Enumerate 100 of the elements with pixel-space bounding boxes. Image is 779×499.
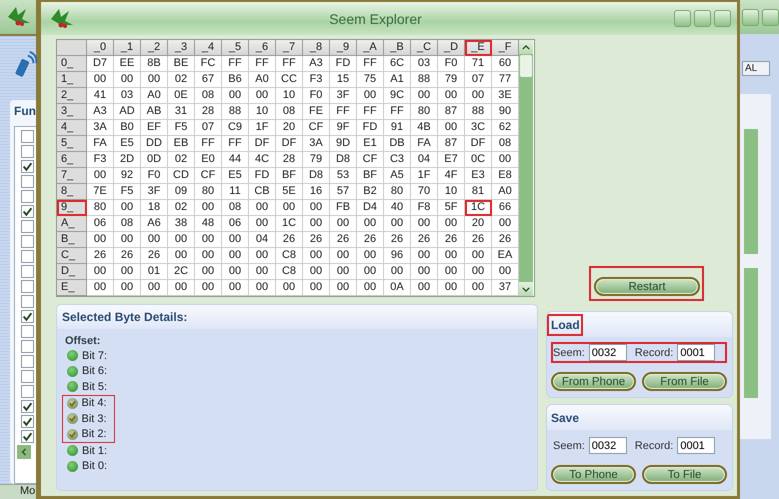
table-cell[interactable]: F0 <box>141 168 168 184</box>
table-cell[interactable]: 08 <box>114 216 141 232</box>
table-cell[interactable]: E0 <box>195 152 222 168</box>
table-cell[interactable]: 00 <box>330 248 357 264</box>
table-cell[interactable]: 00 <box>222 264 249 280</box>
table-cell[interactable]: FF <box>222 136 249 152</box>
action-button[interactable]: To Phone <box>551 465 636 484</box>
table-cell[interactable]: 00 <box>195 280 222 296</box>
table-cell[interactable]: F5 <box>168 120 195 136</box>
table-cell[interactable]: 00 <box>303 216 330 232</box>
table-cell[interactable]: 00 <box>438 88 465 104</box>
table-cell[interactable]: B6 <box>222 72 249 88</box>
table-cell[interactable]: 01 <box>141 264 168 280</box>
table-cell[interactable]: 44 <box>222 152 249 168</box>
table-cell[interactable]: CD <box>168 168 195 184</box>
table-cell[interactable]: D8 <box>303 168 330 184</box>
table-cell[interactable]: FC <box>195 56 222 72</box>
table-cell[interactable]: 88 <box>465 104 492 120</box>
table-cell[interactable]: 4F <box>438 168 465 184</box>
table-cell[interactable]: 00 <box>168 280 195 296</box>
table-cell[interactable]: 00 <box>195 232 222 248</box>
table-cell[interactable]: 9F <box>330 120 357 136</box>
table-cell[interactable]: A0 <box>141 88 168 104</box>
window-button[interactable] <box>762 8 779 26</box>
table-cell[interactable]: 00 <box>411 264 438 280</box>
table-cell[interactable]: 7E <box>87 184 114 200</box>
checkbox[interactable] <box>21 145 34 158</box>
table-cell[interactable]: 38 <box>168 216 195 232</box>
table-cell[interactable]: 26 <box>87 248 114 264</box>
table-cell[interactable]: 00 <box>465 264 492 280</box>
checkbox[interactable] <box>21 250 34 263</box>
table-cell[interactable]: 10 <box>438 184 465 200</box>
table-cell[interactable]: 08 <box>222 200 249 216</box>
row-header[interactable]: 3_ <box>57 104 87 120</box>
column-header[interactable]: _A <box>357 40 384 56</box>
table-cell[interactable]: AB <box>141 104 168 120</box>
table-cell[interactable]: 5E <box>276 184 303 200</box>
seem-field[interactable]: 0032 <box>588 437 627 454</box>
table-cell[interactable]: 00 <box>438 216 465 232</box>
table-cell[interactable]: 00 <box>87 232 114 248</box>
table-cell[interactable]: 00 <box>303 248 330 264</box>
table-cell[interactable]: 00 <box>141 232 168 248</box>
table-cell[interactable]: C8 <box>276 264 303 280</box>
table-cell[interactable]: 80 <box>384 184 411 200</box>
table-cell[interactable]: FF <box>384 104 411 120</box>
table-cell[interactable]: 0C <box>465 152 492 168</box>
table-cell[interactable]: 00 <box>114 280 141 296</box>
checkbox[interactable] <box>21 190 34 203</box>
table-cell[interactable]: FA <box>411 136 438 152</box>
checkbox[interactable] <box>21 430 34 443</box>
table-cell[interactable]: 26 <box>114 248 141 264</box>
table-cell[interactable]: E3 <box>465 168 492 184</box>
table-cell[interactable]: 08 <box>195 88 222 104</box>
table-cell[interactable]: BE <box>168 56 195 72</box>
table-cell[interactable]: 3A <box>87 120 114 136</box>
table-cell[interactable]: FF <box>357 56 384 72</box>
table-cell[interactable]: 02 <box>168 152 195 168</box>
table-cell[interactable]: 00 <box>276 280 303 296</box>
row-header[interactable]: E_ <box>57 280 87 296</box>
table-cell[interactable]: 00 <box>330 216 357 232</box>
table-cell[interactable]: 9C <box>384 88 411 104</box>
table-cell[interactable]: 00 <box>222 280 249 296</box>
checkbox[interactable] <box>21 340 34 353</box>
row-header[interactable]: 6_ <box>57 152 87 168</box>
table-cell[interactable]: 00 <box>114 232 141 248</box>
table-cell[interactable]: F8 <box>411 200 438 216</box>
table-cell[interactable]: 26 <box>141 248 168 264</box>
table-cell[interactable]: 00 <box>195 200 222 216</box>
action-button[interactable]: To File <box>642 465 727 484</box>
table-cell[interactable]: 00 <box>114 200 141 216</box>
table-cell[interactable]: C9 <box>222 120 249 136</box>
table-cell[interactable]: 1C <box>276 216 303 232</box>
table-cell[interactable]: A6 <box>141 216 168 232</box>
column-header[interactable]: _F <box>492 40 519 56</box>
table-cell[interactable]: 48 <box>195 216 222 232</box>
table-cell[interactable]: CF <box>303 120 330 136</box>
table-cell[interactable]: F5 <box>114 184 141 200</box>
table-cell[interactable]: 81 <box>465 184 492 200</box>
table-cell[interactable]: 07 <box>195 120 222 136</box>
table-cell[interactable]: 00 <box>249 264 276 280</box>
checkbox[interactable] <box>21 370 34 383</box>
table-cell[interactable]: FD <box>249 168 276 184</box>
table-cell[interactable]: EE <box>114 56 141 72</box>
table-cell[interactable]: 00 <box>114 72 141 88</box>
checkbox[interactable] <box>21 220 34 233</box>
restart-button[interactable]: Restart <box>594 277 700 296</box>
table-cell[interactable]: 8B <box>141 56 168 72</box>
column-header[interactable]: _E <box>465 40 492 56</box>
table-cell[interactable]: BF <box>357 168 384 184</box>
table-cell[interactable]: FE <box>303 104 330 120</box>
table-cell[interactable]: FF <box>330 104 357 120</box>
table-cell[interactable]: 87 <box>438 104 465 120</box>
table-cell[interactable]: 92 <box>114 168 141 184</box>
table-cell[interactable]: 26 <box>411 232 438 248</box>
checkbox[interactable] <box>21 205 34 218</box>
row-header[interactable]: C_ <box>57 248 87 264</box>
table-cell[interactable]: AD <box>114 104 141 120</box>
table-cell[interactable]: 87 <box>438 136 465 152</box>
table-cell[interactable]: 00 <box>141 280 168 296</box>
window-button[interactable] <box>742 8 759 26</box>
